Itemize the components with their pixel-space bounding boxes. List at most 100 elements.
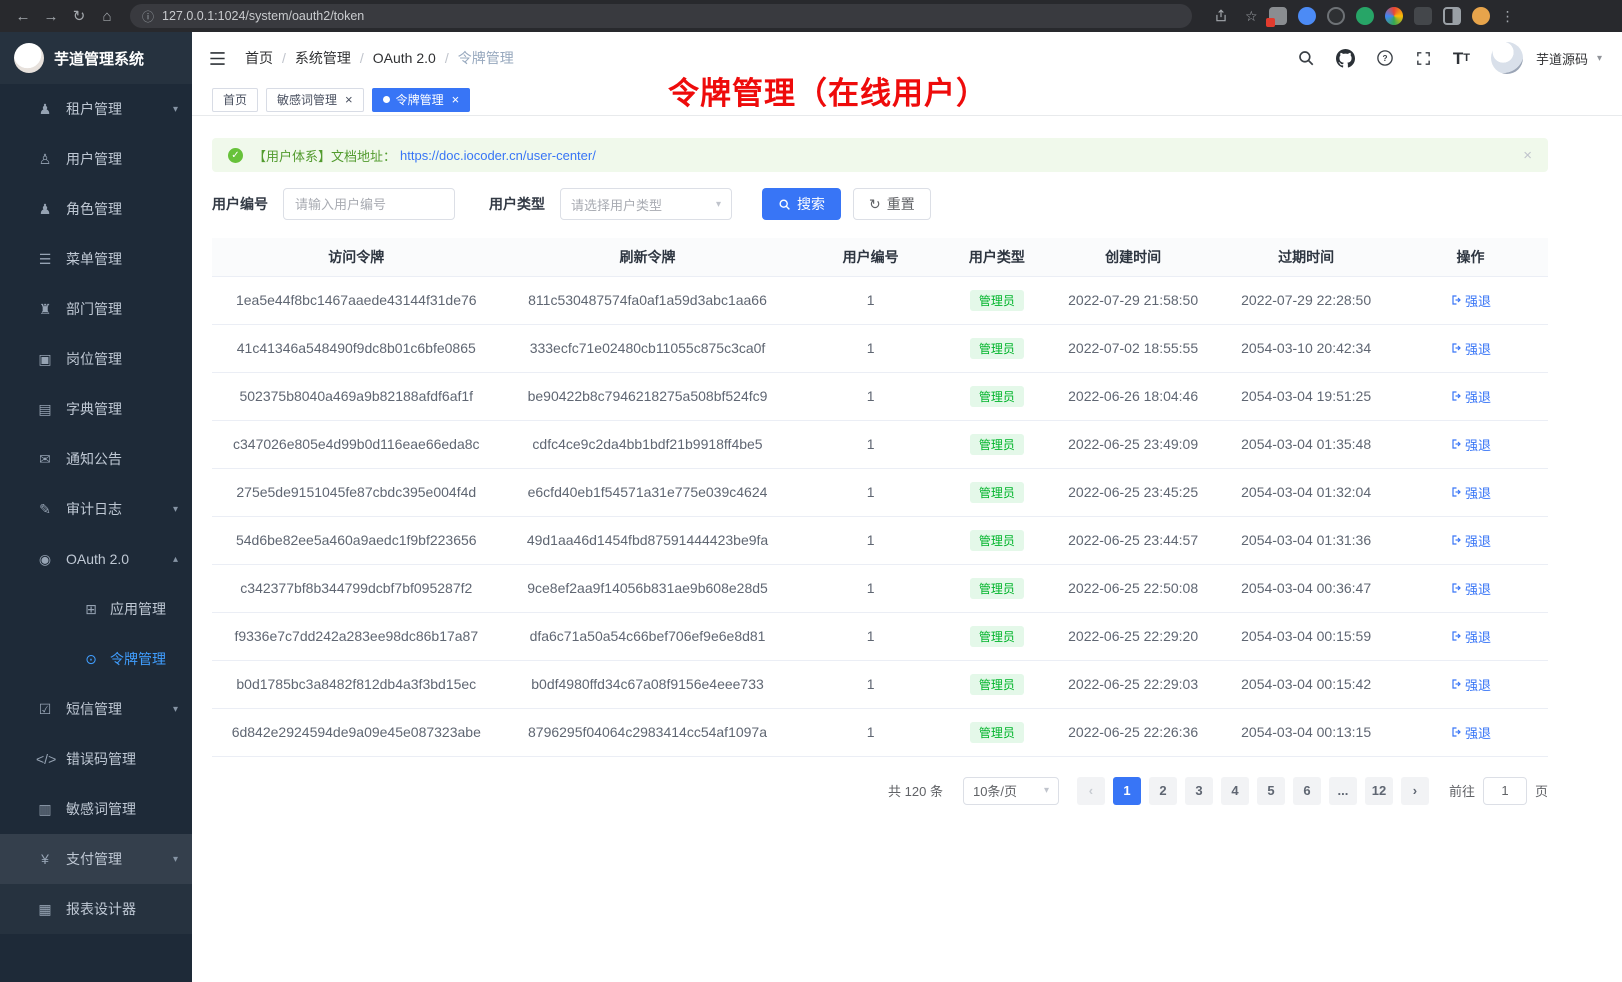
pagination-ellipsis[interactable]: ... <box>1329 777 1357 805</box>
font-size-icon[interactable]: TT <box>1453 50 1470 67</box>
sidebar-item-0[interactable]: ♟租户管理▾ <box>0 84 192 134</box>
force-logout-label: 强退 <box>1465 291 1491 310</box>
browser-address-bar[interactable]: ⓘ 127.0.0.1:1024/system/oauth2/token <box>130 4 1192 28</box>
force-logout-button[interactable]: 强退 <box>1450 723 1491 742</box>
sms-icon: ☑ <box>36 701 54 718</box>
extension-icon-5[interactable] <box>1385 7 1403 25</box>
force-logout-button[interactable]: 强退 <box>1450 531 1491 550</box>
pagination-next-button[interactable]: › <box>1401 777 1429 805</box>
pagination-prev-button[interactable]: ‹ <box>1077 777 1105 805</box>
site-info-icon[interactable]: ⓘ <box>142 8 154 25</box>
search-icon[interactable] <box>1297 49 1315 67</box>
create-time-cell: 2022-06-26 18:04:46 <box>1047 372 1219 420</box>
pagination-page-4[interactable]: 4 <box>1221 777 1249 805</box>
force-logout-button[interactable]: 强退 <box>1450 387 1491 406</box>
sidebar-item-15[interactable]: ¥支付管理▾ <box>0 834 192 884</box>
user-type-select[interactable]: 请选择用户类型 ▾ <box>560 188 732 220</box>
pagination-page-5[interactable]: 5 <box>1257 777 1285 805</box>
browser-menu-icon[interactable]: ⋮ <box>1501 8 1516 25</box>
doc-link[interactable]: https://doc.iocoder.cn/user-center/ <box>400 148 596 163</box>
pagination-page-2[interactable]: 2 <box>1149 777 1177 805</box>
breadcrumb-item-0[interactable]: 首页 <box>245 48 273 68</box>
page-content: ✓ 【用户体系】文档地址： https://doc.iocoder.cn/use… <box>192 116 1622 982</box>
share-icon[interactable] <box>1208 4 1234 28</box>
force-logout-button[interactable]: 强退 <box>1450 675 1491 694</box>
sidebar-item-13[interactable]: </>错误码管理 <box>0 734 192 784</box>
user-name[interactable]: 芋道源码 <box>1536 49 1588 68</box>
search-button[interactable]: 搜索 <box>762 188 841 220</box>
payment-icon: ¥ <box>36 851 54 867</box>
close-tab-icon[interactable]: × <box>345 93 353 106</box>
user-id-cell: 1 <box>794 468 946 516</box>
user-type-cell: 管理员 <box>947 660 1047 708</box>
browser-profile-avatar[interactable] <box>1472 7 1490 25</box>
side-panel-icon[interactable] <box>1443 7 1461 25</box>
user-type-cell: 管理员 <box>947 276 1047 324</box>
user-id-input[interactable] <box>283 188 455 220</box>
sidebar-item-label: 角色管理 <box>66 199 122 219</box>
extension-icon-6[interactable] <box>1414 7 1432 25</box>
help-icon[interactable]: ? <box>1376 49 1394 67</box>
application-icon: ⊞ <box>82 601 100 618</box>
reset-button-label: 重置 <box>887 194 915 214</box>
tab-1[interactable]: 敏感词管理× <box>266 88 364 112</box>
page-size-select[interactable]: 10条/页 ▾ <box>963 777 1059 805</box>
github-icon[interactable] <box>1336 49 1355 68</box>
tab-2[interactable]: 令牌管理× <box>372 88 471 112</box>
browser-home-icon[interactable]: ⌂ <box>94 4 120 28</box>
force-logout-button[interactable]: 强退 <box>1450 483 1491 502</box>
user-avatar[interactable] <box>1491 42 1523 74</box>
tab-0[interactable]: 首页 <box>212 88 258 112</box>
sidebar-item-9[interactable]: ◉OAuth 2.0▴ <box>0 534 192 584</box>
app-logo[interactable]: 芋道管理系统 <box>0 32 192 84</box>
extension-icon-4[interactable] <box>1356 7 1374 25</box>
breadcrumb-item-2[interactable]: OAuth 2.0 <box>373 50 436 66</box>
chevron-down-icon: ▾ <box>173 854 178 865</box>
table-row-5: 54d6be82ee5a460a9aedc1f9bf22365649d1aa46… <box>212 516 1548 564</box>
extension-icon-3[interactable] <box>1327 7 1345 25</box>
breadcrumb-item-1[interactable]: 系统管理 <box>295 48 351 68</box>
logout-icon <box>1450 534 1462 546</box>
goto-page-input[interactable] <box>1483 777 1527 805</box>
sidebar-item-5[interactable]: ▣岗位管理 <box>0 334 192 384</box>
bookmark-star-icon[interactable]: ☆ <box>1245 8 1258 25</box>
reset-button[interactable]: ↻ 重置 <box>853 188 931 220</box>
pagination-page-1[interactable]: 1 <box>1113 777 1141 805</box>
sidebar-item-10[interactable]: ⊞应用管理 <box>0 584 192 634</box>
sidebar-item-4[interactable]: ♜部门管理 <box>0 284 192 334</box>
pagination-page-6[interactable]: 6 <box>1293 777 1321 805</box>
browser-forward-icon[interactable]: → <box>38 4 64 28</box>
menu-fold-icon[interactable] <box>208 49 227 68</box>
sidebar-item-6[interactable]: ▤字典管理 <box>0 384 192 434</box>
force-logout-button[interactable]: 强退 <box>1450 339 1491 358</box>
breadcrumb-separator: / <box>445 50 449 66</box>
browser-back-icon[interactable]: ← <box>10 4 36 28</box>
user-type-tag: 管理员 <box>970 722 1024 743</box>
user-type-cell: 管理员 <box>947 324 1047 372</box>
force-logout-button[interactable]: 强退 <box>1450 579 1491 598</box>
sidebar-item-16[interactable]: ▦报表设计器 <box>0 884 192 934</box>
chevron-down-icon: ▾ <box>1044 785 1049 796</box>
force-logout-button[interactable]: 强退 <box>1450 435 1491 454</box>
sidebar-item-1[interactable]: ♙用户管理 <box>0 134 192 184</box>
create-time-cell: 2022-06-25 22:29:03 <box>1047 660 1219 708</box>
sidebar-item-7[interactable]: ✉通知公告 <box>0 434 192 484</box>
browser-reload-icon[interactable]: ↻ <box>66 4 92 28</box>
pagination-page-12[interactable]: 12 <box>1365 777 1393 805</box>
alert-close-icon[interactable]: × <box>1523 147 1532 164</box>
extension-icon-2[interactable] <box>1298 7 1316 25</box>
sidebar-item-14[interactable]: ▥敏感词管理 <box>0 784 192 834</box>
sidebar-item-11[interactable]: ⊙令牌管理 <box>0 634 192 684</box>
sidebar-item-8[interactable]: ✎审计日志▾ <box>0 484 192 534</box>
extension-icon-1[interactable] <box>1269 7 1287 25</box>
force-logout-button[interactable]: 强退 <box>1450 291 1491 310</box>
sidebar-item-3[interactable]: ☰菜单管理 <box>0 234 192 284</box>
fullscreen-icon[interactable] <box>1415 50 1432 67</box>
user-id-cell: 1 <box>794 564 946 612</box>
pagination-page-3[interactable]: 3 <box>1185 777 1213 805</box>
sidebar-item-2[interactable]: ♟角色管理 <box>0 184 192 234</box>
close-tab-icon[interactable]: × <box>452 93 460 106</box>
sidebar-item-12[interactable]: ☑短信管理▾ <box>0 684 192 734</box>
force-logout-button[interactable]: 强退 <box>1450 627 1491 646</box>
refresh-token-cell: b0df4980ffd34c67a08f9156e4eee733 <box>501 660 795 708</box>
